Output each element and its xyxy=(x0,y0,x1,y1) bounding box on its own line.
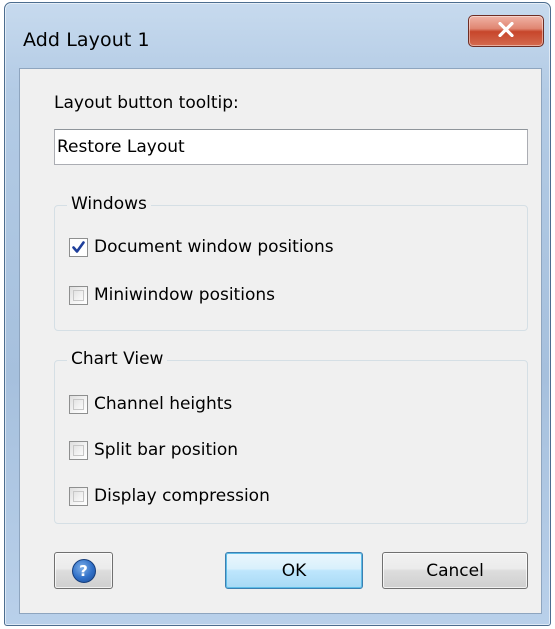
close-button[interactable] xyxy=(468,15,544,47)
windows-group-title: Windows xyxy=(67,194,151,214)
tooltip-input[interactable]: Restore Layout xyxy=(54,129,528,165)
check-mark-icon xyxy=(72,240,85,253)
dialog-body: Layout button tooltip: Restore Layout Wi… xyxy=(19,68,542,614)
miniwindow-positions-option[interactable]: Miniwindow positions xyxy=(69,285,275,305)
document-window-positions-option[interactable]: Document window positions xyxy=(69,237,334,257)
cancel-button[interactable]: Cancel xyxy=(382,552,528,589)
split-bar-position-option[interactable]: Split bar position xyxy=(69,440,238,460)
help-icon: ? xyxy=(71,558,96,583)
document-window-positions-label: Document window positions xyxy=(94,237,334,257)
ok-button[interactable]: OK xyxy=(225,552,363,589)
split-bar-position-checkbox[interactable] xyxy=(69,440,88,460)
channel-heights-option[interactable]: Channel heights xyxy=(69,394,232,414)
miniwindow-positions-label: Miniwindow positions xyxy=(94,285,275,305)
miniwindow-positions-checkbox[interactable] xyxy=(69,285,88,305)
tooltip-label: Layout button tooltip: xyxy=(54,93,239,113)
display-compression-label: Display compression xyxy=(94,486,270,506)
display-compression-option[interactable]: Display compression xyxy=(69,486,270,506)
windows-group: Windows Document window positions Miniwi… xyxy=(54,194,528,331)
channel-heights-checkbox[interactable] xyxy=(69,394,88,414)
chart-view-group-title: Chart View xyxy=(67,349,168,369)
window-title: Add Layout 1 xyxy=(23,29,150,51)
document-window-positions-checkbox[interactable] xyxy=(69,237,88,257)
close-icon xyxy=(498,21,514,41)
dialog-window: Add Layout 1 Layout button tooltip: Rest… xyxy=(4,2,551,626)
split-bar-position-label: Split bar position xyxy=(94,440,239,460)
help-button[interactable]: ? xyxy=(54,552,113,589)
chart-view-group: Chart View Channel heights Split bar pos… xyxy=(54,349,528,524)
display-compression-checkbox[interactable] xyxy=(69,486,88,506)
channel-heights-label: Channel heights xyxy=(94,394,233,414)
